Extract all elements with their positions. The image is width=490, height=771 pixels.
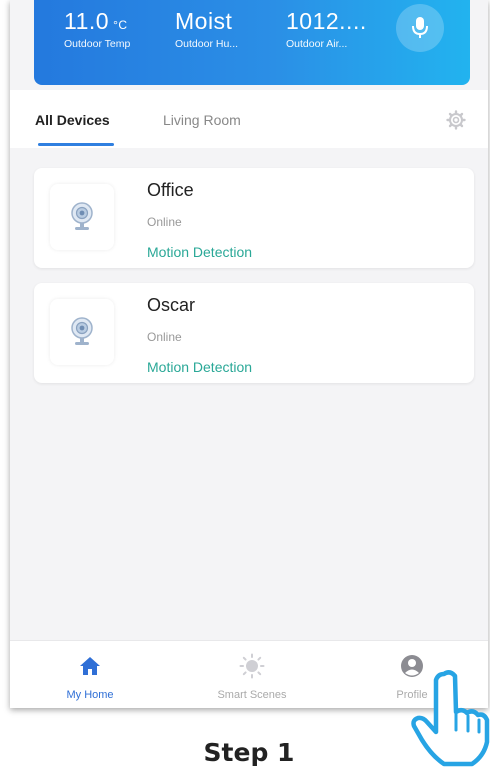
temp-value: 11.0 <box>64 8 110 34</box>
phone-screen: 11.0 °C Outdoor Temp Moist Outdoor Hu... … <box>10 0 488 708</box>
device-name: Oscar <box>147 295 196 315</box>
nav-label: My Home <box>66 689 114 701</box>
temp-unit: °C <box>113 18 128 32</box>
device-status: Online <box>147 330 182 344</box>
device-feature: Motion Detection <box>147 359 253 375</box>
step-caption: Step 1 <box>203 738 295 767</box>
camera-icon <box>71 202 93 230</box>
device-name: Office <box>147 180 194 200</box>
microphone-icon <box>412 17 428 38</box>
air-label: Outdoor Air... <box>286 38 348 50</box>
nav-my-home[interactable]: My Home <box>40 653 140 701</box>
device-card-office[interactable]: Office Online Motion Detection <box>34 168 474 268</box>
temp-label: Outdoor Temp <box>64 38 131 50</box>
camera-icon <box>71 317 93 345</box>
tab-all-devices[interactable]: All Devices <box>35 112 110 128</box>
weather-header: 11.0 °C Outdoor Temp Moist Outdoor Hu... … <box>34 0 470 85</box>
humidity-label: Outdoor Hu... <box>175 38 239 50</box>
sun-icon <box>239 653 265 679</box>
tab-living-room[interactable]: Living Room <box>163 112 241 128</box>
device-thumbnail <box>50 299 114 365</box>
device-thumbnail <box>50 184 114 250</box>
device-feature: Motion Detection <box>147 244 253 260</box>
home-icon <box>80 657 100 675</box>
nav-label: Smart Scenes <box>217 689 287 701</box>
device-status: Online <box>147 215 182 229</box>
gear-icon[interactable] <box>446 110 466 130</box>
air-value: 1012.... <box>286 8 367 34</box>
voice-button[interactable] <box>396 4 444 52</box>
room-tabs: All Devices Living Room <box>10 90 488 148</box>
nav-smart-scenes[interactable]: Smart Scenes <box>202 653 302 701</box>
active-tab-indicator <box>38 143 114 146</box>
humidity-value: Moist <box>175 8 233 34</box>
device-card-oscar[interactable]: Oscar Online Motion Detection <box>34 283 474 383</box>
